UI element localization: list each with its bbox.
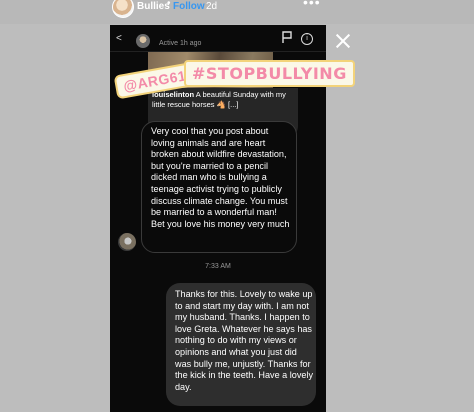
active-status: Active 1h ago [159, 40, 202, 47]
info-icon[interactable]: i [301, 33, 313, 45]
flag-icon[interactable] [282, 31, 292, 43]
hashtag-sticker: #STOPBULLYING [184, 60, 355, 87]
message-timestamp: 7:33 AM [205, 263, 231, 270]
close-icon[interactable] [335, 33, 351, 49]
story-username[interactable]: Bullies [137, 1, 170, 12]
separator-dot: • [167, 0, 171, 9]
incoming-message-text: Very cool that you post about loving ani… [151, 126, 290, 229]
dm-avatar[interactable] [136, 34, 150, 48]
story-header [0, 0, 474, 24]
story-timestamp: 2d [206, 1, 218, 12]
follow-button[interactable]: Follow [173, 1, 205, 12]
outgoing-message-text: Thanks for this. Lovely to wake up to an… [175, 289, 313, 392]
sender-avatar[interactable] [118, 233, 136, 251]
back-icon[interactable]: < [116, 33, 122, 44]
shared-post-text: louiselinton A beautiful Sunday with my … [152, 90, 292, 110]
more-options-icon[interactable]: ••• [303, 0, 321, 10]
dm-header: < Active 1h ago i [110, 25, 326, 52]
